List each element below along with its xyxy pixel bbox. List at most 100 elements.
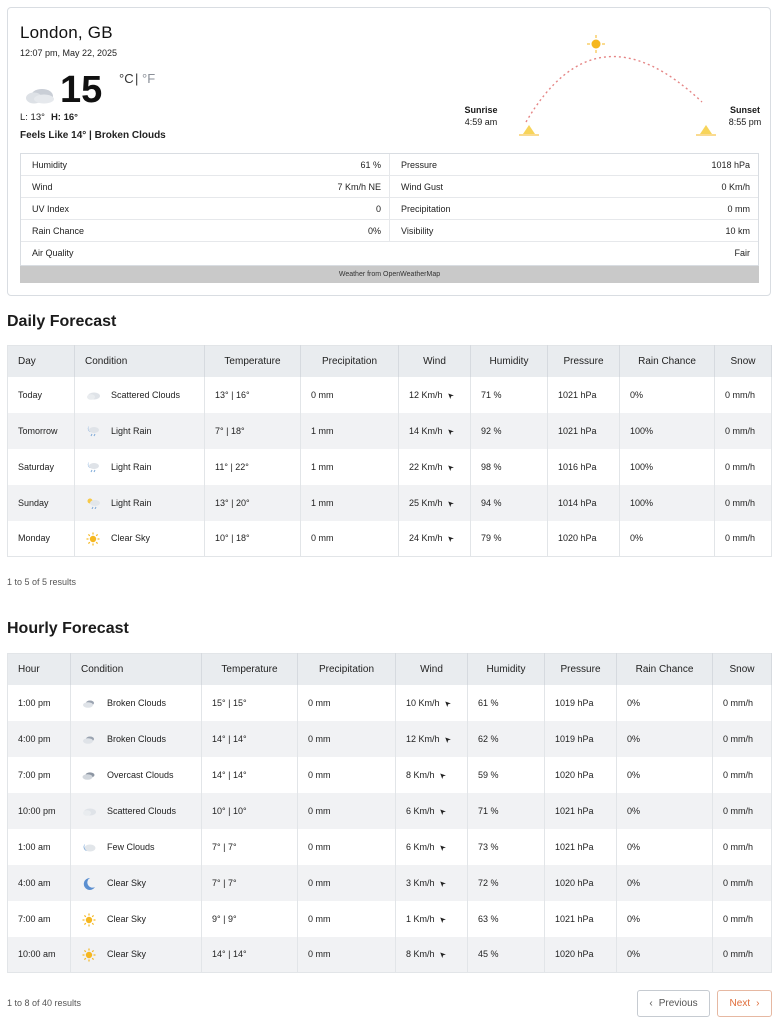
cell-precipitation: 1 mm	[300, 484, 399, 521]
cell-rain-chance: 0%	[616, 684, 713, 721]
cell-day: Today	[7, 376, 75, 413]
table-row[interactable]: 7:00 pm Overcast Clouds 14° | 14° 0 mm 8 Km/…	[7, 756, 772, 793]
wind-direction-icon: ➤	[436, 949, 448, 961]
col-header-precipitation[interactable]: Precipitation	[300, 345, 399, 377]
table-row[interactable]: 1:00 am Few Clouds 7° | 7° 0 mm 6 Km/h ➤ 73 %…	[7, 828, 772, 865]
cell-condition: Few Clouds	[70, 828, 202, 865]
cell-snow: 0 mm/h	[714, 376, 772, 413]
col-header-humidity[interactable]: Humidity	[470, 345, 548, 377]
table-row[interactable]: Sunday Light Rain 13° | 20° 1 mm 25 Km/h ➤ 94…	[7, 484, 772, 521]
wind-direction-icon: ➤	[436, 913, 448, 925]
scattered-clouds-icon	[81, 805, 97, 817]
col-header-pressure[interactable]: Pressure	[544, 653, 617, 685]
cell-rain-chance: 0%	[616, 900, 713, 937]
detail-label: Air Quality	[32, 248, 74, 258]
low-temp: L: 13°	[20, 112, 45, 123]
wind-direction-icon: ➤	[444, 389, 456, 401]
detail-value: 1018 hPa	[711, 159, 750, 170]
hourly-forecast-table: Hour Condition Temperature Precipitation…	[7, 653, 772, 973]
condition-label: Light Rain	[111, 461, 152, 472]
cell-pressure: 1020 hPa	[544, 936, 617, 973]
current-weather-card: London, GB 12:07 pm, May 22, 2025 15 °C …	[7, 7, 771, 296]
current-datetime: 12:07 pm, May 22, 2025	[20, 48, 118, 58]
detail-value: 0	[375, 203, 381, 214]
previous-page-button[interactable]: ‹ Previous	[637, 990, 710, 1017]
condition-label: Few Clouds	[107, 841, 155, 852]
cell-precipitation: 0 mm	[300, 376, 399, 413]
table-row[interactable]: 1:00 pm Broken Clouds 15° | 15° 0 mm 10 Km/h…	[7, 684, 772, 721]
wind-direction-icon: ➤	[441, 697, 453, 709]
unit-celsius-toggle[interactable]: °C	[119, 71, 134, 86]
table-row[interactable]: 10:00 pm Scattered Clouds 10° | 10° 0 mm 6 K…	[7, 792, 772, 829]
cell-condition: Clear Sky	[70, 900, 202, 937]
cell-rain-chance: 100%	[619, 412, 715, 449]
col-header-temperature[interactable]: Temperature	[201, 653, 298, 685]
col-header-condition[interactable]: Condition	[70, 653, 202, 685]
cell-precipitation: 0 mm	[297, 720, 396, 757]
cell-snow: 0 mm/h	[712, 936, 772, 973]
cell-snow: 0 mm/h	[712, 900, 772, 937]
cell-pressure: 1014 hPa	[547, 484, 620, 521]
cell-snow: 0 mm/h	[712, 864, 772, 901]
table-row[interactable]: 10:00 am Clear Sky 14° | 14° 0 mm 8 Km/h ➤ 45…	[7, 936, 772, 973]
cell-rain-chance: 0%	[616, 792, 713, 829]
cell-rain-chance: 0%	[619, 520, 715, 557]
col-header-hour[interactable]: Hour	[7, 653, 71, 685]
wind-direction-icon: ➤	[444, 425, 456, 437]
table-row[interactable]: Monday Clear Sky 10° | 18° 0 mm 24 Km/h ➤ 79 …	[7, 520, 772, 557]
col-header-snow[interactable]: Snow	[712, 653, 772, 685]
chevron-right-icon: ›	[756, 998, 760, 1009]
col-header-day[interactable]: Day	[7, 345, 75, 377]
table-row[interactable]: Today Scattered Clouds 13° | 16° 0 mm 12 Km/…	[7, 376, 772, 413]
cell-condition: Light Rain	[74, 412, 205, 449]
unit-fahrenheit-toggle[interactable]: °F	[142, 71, 155, 86]
detail-rain-chance: Rain Chance 0%	[21, 220, 390, 242]
attribution-bar[interactable]: Weather from OpenWeatherMap	[20, 266, 759, 283]
cell-wind: 12 Km/h ➤	[398, 376, 471, 413]
cell-precipitation: 0 mm	[297, 684, 396, 721]
cell-snow: 0 mm/h	[712, 684, 772, 721]
table-row[interactable]: Tomorrow Light Rain 7° | 18° 1 mm 14 Km/h ➤ 9…	[7, 412, 772, 449]
table-row[interactable]: 7:00 am Clear Sky 9° | 9° 0 mm 1 Km/h ➤ 63 % 1…	[7, 900, 772, 937]
next-page-button[interactable]: Next ›	[717, 990, 772, 1017]
wind-value: 6 Km/h	[406, 841, 435, 852]
col-header-condition[interactable]: Condition	[74, 345, 205, 377]
cell-snow: 0 mm/h	[714, 448, 772, 485]
cell-snow: 0 mm/h	[712, 720, 772, 757]
col-header-wind[interactable]: Wind	[395, 653, 468, 685]
wind-direction-icon: ➤	[436, 841, 448, 853]
table-row[interactable]: 4:00 am Clear Sky 7° | 7° 0 mm 3 Km/h ➤ 72 % 1…	[7, 864, 772, 901]
wind-direction-icon: ➤	[441, 733, 453, 745]
condition-label: Clear Sky	[107, 877, 147, 888]
condition-label: Light Rain	[111, 425, 152, 436]
table-row[interactable]: 4:00 pm Broken Clouds 14° | 14° 0 mm 12 Km/h…	[7, 720, 772, 757]
broken-clouds-icon	[26, 89, 54, 104]
condition-label: Scattered Clouds	[107, 805, 177, 816]
col-header-humidity[interactable]: Humidity	[467, 653, 545, 685]
col-header-precipitation[interactable]: Precipitation	[297, 653, 396, 685]
col-header-rain-chance[interactable]: Rain Chance	[616, 653, 713, 685]
cell-precipitation: 0 mm	[300, 520, 399, 557]
cell-rain-chance: 0%	[619, 376, 715, 413]
cell-pressure: 1019 hPa	[544, 684, 617, 721]
cell-humidity: 98 %	[470, 448, 548, 485]
col-header-snow[interactable]: Snow	[714, 345, 772, 377]
wind-direction-icon: ➤	[444, 533, 456, 545]
wind-value: 6 Km/h	[406, 805, 435, 816]
detail-air-quality: Air Quality Fair	[21, 242, 758, 264]
col-header-wind[interactable]: Wind	[398, 345, 471, 377]
scattered-clouds-icon	[85, 389, 101, 401]
cell-precipitation: 0 mm	[297, 900, 396, 937]
cell-precipitation: 0 mm	[297, 792, 396, 829]
col-header-pressure[interactable]: Pressure	[547, 345, 620, 377]
daily-results-count: 1 to 5 of 5 results	[7, 577, 77, 587]
table-row[interactable]: Saturday Light Rain 11° | 22° 1 mm 22 Km/h ➤…	[7, 448, 772, 485]
col-header-temperature[interactable]: Temperature	[204, 345, 301, 377]
condition-label: Clear Sky	[107, 949, 147, 960]
cell-condition: Clear Sky	[70, 864, 202, 901]
cell-condition: Clear Sky	[70, 936, 202, 973]
detail-value: 7 Km/h NE	[337, 181, 381, 192]
cell-hour: 7:00 am	[7, 900, 71, 937]
cell-humidity: 79 %	[470, 520, 548, 557]
col-header-rain-chance[interactable]: Rain Chance	[619, 345, 715, 377]
